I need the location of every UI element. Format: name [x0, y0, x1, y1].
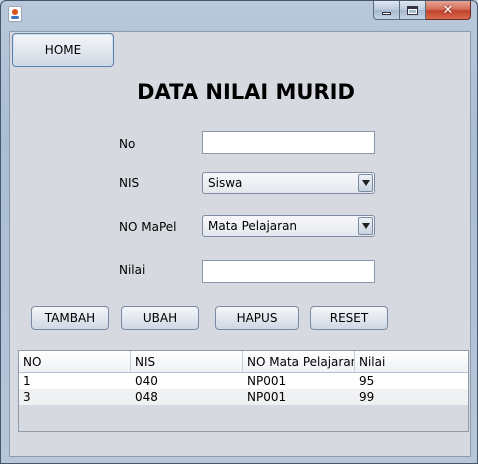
home-button[interactable]: HOME [12, 33, 114, 67]
nilai-table[interactable]: NO NIS NO Mata Pelajaran Nilai 1 040 NP0… [18, 350, 469, 432]
mapel-dropdown-value: Mata Pelajaran [208, 219, 298, 233]
chevron-down-icon[interactable] [358, 174, 373, 192]
cell-no: 3 [23, 390, 31, 404]
table-header: NO NIS NO Mata Pelajaran Nilai [19, 351, 468, 373]
cell-nis: 048 [135, 390, 158, 404]
column-header-nilai[interactable]: Nilai [355, 351, 467, 373]
cell-no: 1 [23, 374, 31, 388]
column-header-nis[interactable]: NIS [131, 351, 243, 373]
minimize-button[interactable] [373, 1, 400, 20]
no-label: No [119, 137, 136, 151]
close-icon: ✕ [442, 2, 454, 18]
nis-dropdown-value: Siswa [208, 176, 243, 190]
cell-no-mapel: NP001 [247, 390, 287, 404]
cell-no-mapel: NP001 [247, 374, 287, 388]
nis-dropdown[interactable]: Siswa [202, 172, 375, 194]
mapel-label: NO MaPel [119, 220, 177, 234]
nilai-label: Nilai [119, 263, 146, 277]
chevron-down-icon[interactable] [358, 217, 373, 235]
application-window: ✕ HOME DATA NILAI MURID No NIS Siswa NO … [0, 0, 478, 464]
hapus-button[interactable]: HAPUS [215, 306, 299, 330]
maximize-button[interactable] [400, 1, 426, 20]
close-button[interactable]: ✕ [426, 1, 471, 20]
nilai-field[interactable] [202, 260, 375, 283]
content-pane: HOME DATA NILAI MURID No NIS Siswa NO Ma… [9, 31, 471, 457]
cell-nis: 040 [135, 374, 158, 388]
column-header-no[interactable]: NO [19, 351, 131, 373]
cell-nilai: 99 [359, 390, 375, 404]
page-title: DATA NILAI MURID [137, 80, 355, 104]
nis-label: NIS [119, 176, 140, 190]
ubah-button[interactable]: UBAH [121, 306, 199, 330]
tambah-button[interactable]: TAMBAH [31, 306, 109, 330]
column-header-no-mapel[interactable]: NO Mata Pelajaran [243, 351, 355, 373]
java-app-icon[interactable] [8, 6, 22, 22]
title-bar[interactable]: ✕ [1, 1, 477, 27]
table-row[interactable]: 1 040 NP001 95 [19, 373, 468, 389]
window-controls: ✕ [373, 1, 471, 20]
table-body: 1 040 NP001 95 3 048 NP001 99 [19, 373, 468, 405]
table-row[interactable]: 3 048 NP001 99 [19, 389, 468, 405]
cell-nilai: 95 [359, 374, 375, 388]
reset-button[interactable]: RESET [310, 306, 388, 330]
no-field[interactable] [202, 131, 375, 154]
minimize-icon [382, 11, 391, 15]
mapel-dropdown[interactable]: Mata Pelajaran [202, 215, 375, 237]
maximize-icon [407, 5, 418, 15]
